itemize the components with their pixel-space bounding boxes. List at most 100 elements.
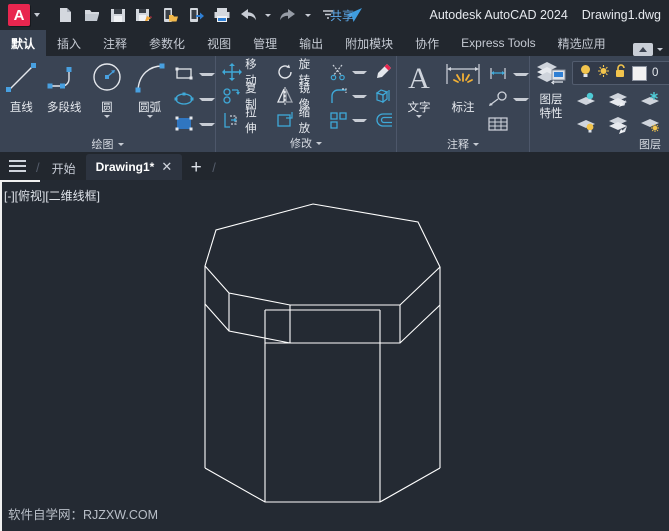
redo-caret-icon[interactable]	[305, 13, 311, 17]
ellipse-dropdown-caret-icon[interactable]	[199, 97, 215, 101]
ribbon-minimize-button[interactable]	[633, 43, 653, 56]
ribbon-tab-annotate[interactable]: 注释	[92, 30, 138, 56]
modify-row-3: 拉伸 缩放	[220, 107, 396, 135]
polyline-button[interactable]: 多段线	[43, 60, 86, 114]
save-as-icon[interactable]	[131, 2, 157, 28]
ellipse-row	[171, 87, 215, 111]
mirror-icon[interactable]	[273, 84, 296, 108]
ribbon-tab-insert[interactable]: 插入	[46, 30, 92, 56]
layer-tools-row-2	[572, 113, 669, 136]
close-icon[interactable]: ✕	[161, 159, 172, 175]
ribbon-tab-view[interactable]: 视图	[196, 30, 242, 56]
fillet-dropdown-caret-icon[interactable]	[352, 94, 367, 98]
share-button[interactable]: 共享	[330, 7, 354, 24]
ribbon-tab-default[interactable]: 默认	[0, 30, 47, 56]
leader-icon[interactable]	[485, 87, 511, 111]
layer-isolate-icon[interactable]	[572, 88, 602, 111]
layer-thaw-icon[interactable]	[636, 113, 666, 136]
quick-access-toolbar	[53, 2, 367, 28]
document-tab-start[interactable]: 开始	[42, 156, 86, 180]
ellipse-icon[interactable]	[171, 87, 197, 111]
ribbon-tab-featured-apps[interactable]: 精选应用	[547, 30, 617, 56]
dimension-button[interactable]: 标注	[441, 60, 485, 114]
trim-dropdown-caret-icon[interactable]	[352, 70, 367, 74]
hatch-dropdown-caret-icon[interactable]	[199, 122, 215, 126]
drawing-canvas[interactable]: [-][俯视][二维线框] 软件自学网：RJZXW.COM	[0, 180, 669, 531]
linear-dimension-icon[interactable]	[485, 62, 511, 86]
draw-small-buttons	[171, 60, 215, 136]
rotate-icon[interactable]	[273, 60, 296, 84]
circle-dropdown-caret-icon[interactable]	[103, 115, 110, 118]
ribbon-tab-label: 附加模块	[345, 36, 394, 51]
stretch-icon[interactable]	[220, 108, 243, 132]
modify-panel-title[interactable]: 修改	[216, 134, 396, 152]
scale-icon[interactable]	[273, 108, 296, 132]
new-tab-button[interactable]: +	[182, 154, 210, 180]
hatch-icon[interactable]	[171, 112, 197, 136]
leader-dropdown-caret-icon[interactable]	[513, 97, 529, 101]
table-icon[interactable]	[485, 112, 511, 136]
color-swatch-icon[interactable]	[632, 65, 647, 81]
linear-dimension-dropdown-caret-icon[interactable]	[513, 72, 529, 76]
unlock-icon[interactable]	[615, 63, 627, 83]
arc-button[interactable]: 圆弧	[128, 60, 171, 118]
undo-caret-icon[interactable]	[265, 13, 271, 17]
application-menu-caret-icon[interactable]	[34, 13, 40, 17]
ribbon-tab-output[interactable]: 输出	[288, 30, 334, 56]
save-to-web-icon[interactable]	[183, 2, 209, 28]
ribbon-tab-manage[interactable]: 管理	[242, 30, 288, 56]
annotation-panel-expand-caret-icon[interactable]	[473, 142, 479, 146]
line-button[interactable]: 直线	[0, 60, 43, 114]
undo-icon[interactable]	[235, 2, 261, 28]
text-button[interactable]: A 文字	[397, 60, 441, 118]
annotation-panel-title[interactable]: 注释	[397, 136, 529, 152]
new-file-icon[interactable]	[53, 2, 79, 28]
redo-icon[interactable]	[275, 2, 301, 28]
ribbon-tab-addins[interactable]: 附加模块	[334, 30, 404, 56]
current-layer-dropdown[interactable]: 0	[572, 61, 669, 85]
bottom-face	[204, 467, 441, 503]
array-icon[interactable]	[327, 108, 350, 132]
copy-icon[interactable]	[220, 84, 243, 108]
document-tab-drawing1[interactable]: Drawing1* ✕	[85, 154, 183, 180]
save-icon[interactable]	[105, 2, 131, 28]
layers-panel-title[interactable]: 图层	[530, 136, 669, 152]
document-tab-bar: / 开始 Drawing1* ✕ + /	[0, 152, 669, 180]
circle-button[interactable]: 圆	[86, 60, 129, 118]
ribbon-tab-parametric[interactable]: 参数化	[138, 30, 196, 56]
ribbon-tab-express-tools[interactable]: Express Tools	[450, 30, 546, 56]
array-dropdown-caret-icon[interactable]	[352, 118, 367, 122]
application-menu-button[interactable]: A	[8, 4, 30, 26]
line-icon	[1, 60, 41, 101]
ribbon-minimize-caret-icon[interactable]	[657, 48, 663, 51]
rectangle-icon[interactable]	[171, 62, 197, 86]
tab-separator-end: /	[212, 160, 216, 175]
layer-off-icon[interactable]	[572, 113, 602, 136]
draw-panel-title[interactable]: 绘图	[0, 136, 215, 152]
explode-icon[interactable]	[373, 84, 396, 108]
draw-panel-body: 直线 多段线 圆 圆弧	[0, 56, 215, 136]
erase-icon[interactable]	[373, 60, 396, 84]
arc-dropdown-caret-icon[interactable]	[146, 115, 153, 118]
lightbulb-on-icon[interactable]	[579, 64, 592, 83]
modify-panel-expand-caret-icon[interactable]	[316, 141, 322, 145]
sun-icon[interactable]	[597, 64, 610, 83]
open-from-web-icon[interactable]	[157, 2, 183, 28]
trim-icon[interactable]	[327, 60, 350, 84]
ribbon-tab-collaborate[interactable]: 协作	[404, 30, 450, 56]
rectangle-dropdown-caret-icon[interactable]	[199, 72, 215, 76]
fillet-icon[interactable]	[327, 84, 350, 108]
hamburger-menu-icon[interactable]	[0, 152, 34, 180]
layer-freeze-icon[interactable]	[636, 88, 666, 111]
layer-match-icon[interactable]	[604, 113, 634, 136]
leader-row	[485, 87, 529, 111]
offset-icon[interactable]	[373, 108, 396, 132]
open-folder-icon[interactable]	[79, 2, 105, 28]
text-dropdown-caret-icon[interactable]	[416, 115, 422, 118]
print-icon[interactable]	[209, 2, 235, 28]
move-icon[interactable]	[220, 60, 243, 84]
layer-controls: 0	[572, 58, 669, 136]
draw-panel-expand-caret-icon[interactable]	[117, 142, 124, 146]
layer-properties-button[interactable]: 图层 特性	[530, 58, 572, 121]
layer-make-current-icon[interactable]	[604, 88, 634, 111]
